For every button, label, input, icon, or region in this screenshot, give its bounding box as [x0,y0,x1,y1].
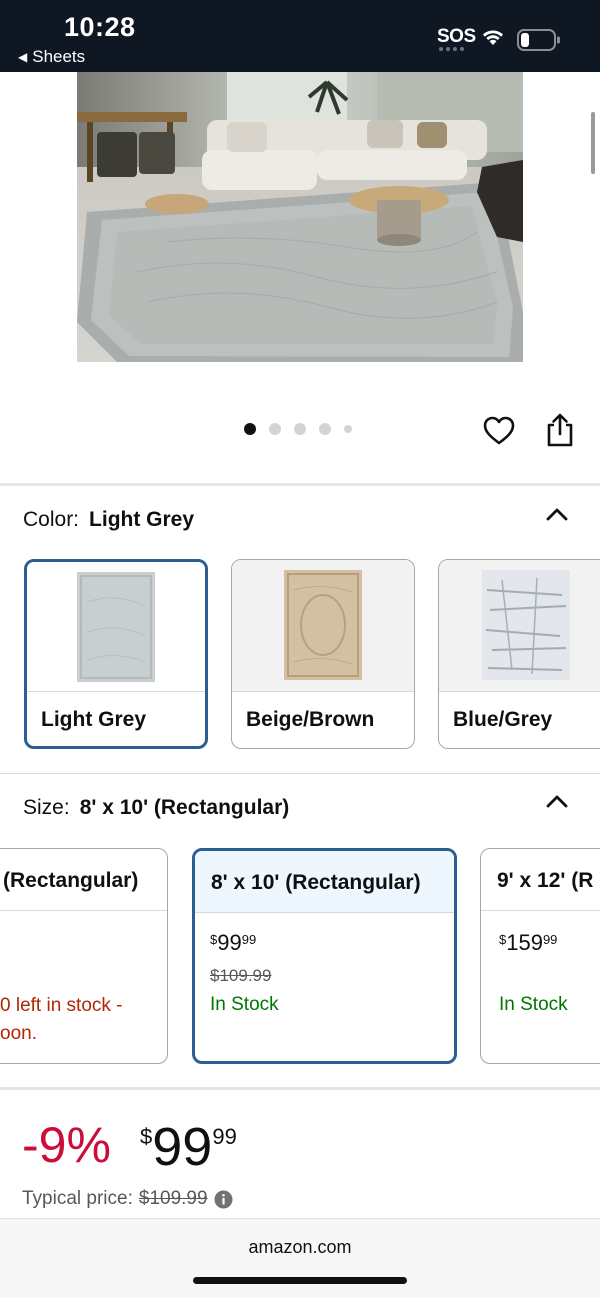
size-option-stock: In Stock [210,994,279,1015]
carousel-dot-3[interactable] [294,423,306,435]
signal-dots-icon [439,47,464,51]
carousel-dot-4[interactable] [319,423,331,435]
color-option-blue-grey[interactable]: Blue/Grey [438,559,600,749]
color-section-header[interactable]: Color: Light Grey [23,508,194,532]
home-indicator[interactable] [193,1277,407,1284]
section-divider [0,1087,600,1090]
color-selected-value: Light Grey [89,508,195,531]
typical-price: Typical price: $109.99 [22,1188,233,1210]
color-option-label: Blue/Grey [439,691,600,748]
section-divider [0,773,600,774]
price: $9999 [140,1117,237,1177]
color-option-label: Light Grey [27,691,205,746]
discount-percentage: -9% [22,1117,111,1173]
size-selected-value: 8' x 10' (Rectangular) [79,796,290,819]
page-scrollbar[interactable] [591,112,595,174]
size-option-9x12[interactable]: 9' x 12' (R [480,848,600,1064]
size-option-8x10[interactable]: 8' x 10' (Rectangular) [192,848,457,1064]
rug-swatch-light-grey-icon [77,572,155,682]
rug-swatch-blue-grey-icon [482,570,570,680]
status-bar: 10:28 ◀ Sheets SOS [0,0,600,72]
size-option-label: 8' x 10' (Rectangular) [195,851,454,913]
battery-icon [517,29,560,51]
chevron-up-icon[interactable] [545,793,569,809]
size-option-stock: In Stock [499,994,568,1015]
living-room-rug-photo [77,72,523,362]
chevron-up-icon[interactable] [545,506,569,522]
color-option-light-grey[interactable]: Light Grey [24,559,208,749]
browser-address-bar [0,1218,600,1298]
color-option-label: Beige/Brown [232,691,414,748]
low-stock-message: 0 left in stock - oon. [0,995,123,1044]
info-icon[interactable] [214,1190,233,1209]
status-time: 10:28 [64,12,136,42]
back-arrow-icon: ◀ [18,50,28,64]
size-section-header[interactable]: Size: 8' x 10' (Rectangular) [23,796,289,820]
size-option-label: 9' x 12' (R [481,849,600,911]
size-option-label: (Rectangular) [0,849,167,911]
size-option-price: $9999 [210,930,257,955]
carousel-dot-1[interactable] [244,423,256,435]
carousel-dot-2[interactable] [269,423,281,435]
url-text[interactable]: amazon.com [0,1237,600,1258]
color-option-beige-brown[interactable]: Beige/Brown [231,559,415,749]
sos-indicator: SOS [437,26,476,47]
share-icon[interactable] [544,412,576,448]
size-label: Size: [23,796,70,819]
rug-swatch-beige-brown-icon [284,570,362,680]
product-page: 10:28 ◀ Sheets SOS Color: Light Grey Lig… [0,0,600,1298]
back-to-sheets-link[interactable]: ◀ Sheets [18,47,85,67]
back-label: Sheets [32,47,86,66]
size-option-price: $15999 [499,930,558,955]
product-image[interactable] [77,72,523,362]
color-label: Color: [23,508,80,531]
image-carousel-dots[interactable] [244,423,352,435]
wifi-icon [483,30,503,45]
carousel-dot-5[interactable] [344,425,352,433]
heart-icon[interactable] [482,414,516,448]
section-divider [0,483,600,486]
size-option-list-price: $109.99 [210,966,272,985]
